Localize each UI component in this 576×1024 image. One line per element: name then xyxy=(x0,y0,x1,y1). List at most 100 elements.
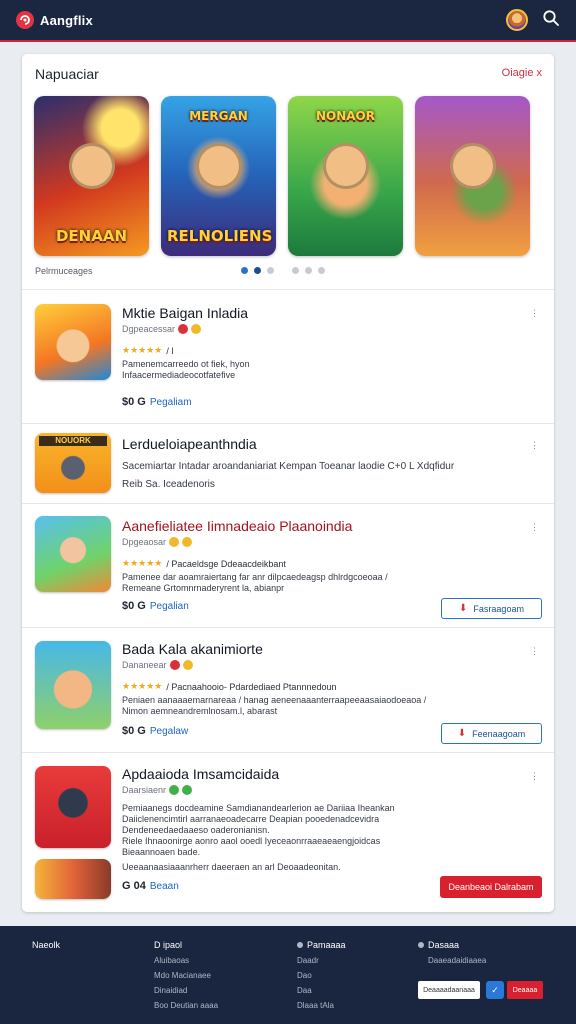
pager-dot[interactable] xyxy=(241,267,248,274)
desc-line: Pamenemcarreedo ot fiek, hyon xyxy=(122,359,250,369)
more-menu-icon[interactable]: ⋮ xyxy=(530,522,540,533)
carousel-pager[interactable] xyxy=(241,267,325,274)
list-item[interactable]: Mktie Baigan Inladia ⋮ Dgpeacessar ★★★★★… xyxy=(22,290,554,424)
item-title[interactable]: Apdaaioda Imsamcidaida xyxy=(122,766,279,782)
app-thumbnail[interactable] xyxy=(35,641,111,729)
footer-link[interactable]: Boo Deutian aaaa xyxy=(154,1001,218,1010)
footer-link[interactable]: Dinaidiad xyxy=(154,986,218,995)
footer-link[interactable]: Daadr xyxy=(297,956,346,965)
rating-text: / Pacaeldsge Ddeaacdeikbant xyxy=(166,558,286,569)
item-title[interactable]: Aanefieliatee Iimnadeaio Plaanoindia xyxy=(122,518,352,534)
badge-icon xyxy=(169,537,180,547)
footer-heading[interactable]: Naeolk xyxy=(32,940,60,950)
list-item[interactable]: NOUORK Lerdueloiapeanthndia ⋮ Sacemiarta… xyxy=(22,424,554,504)
item-description: Sacemiartar Intadar aroandaniariat Kempa… xyxy=(122,458,454,494)
price-row: $0 G Pegalaw xyxy=(122,725,188,737)
pager-dot[interactable] xyxy=(292,267,299,274)
app-thumbnail[interactable] xyxy=(35,304,111,380)
developer-line: Dgpeacessar xyxy=(122,324,202,334)
list-item[interactable]: Apdaaioda Imsamcidaida ⋮ Daarsiaenr Pemi… xyxy=(22,753,554,912)
price: $0 G xyxy=(122,396,146,408)
pager-dot[interactable] xyxy=(267,267,274,274)
footer-action-button[interactable]: Deaaaa xyxy=(507,981,543,999)
more-menu-icon[interactable]: ⋮ xyxy=(530,646,540,657)
footer-heading: D ipaol xyxy=(154,940,183,950)
price-row: $0 G Pegalian xyxy=(122,600,189,612)
download-button[interactable]: ⬇ Feenaagoam xyxy=(441,723,542,744)
more-menu-icon[interactable]: ⋮ xyxy=(530,308,540,319)
footer-link[interactable]: Daa xyxy=(297,986,346,995)
more-menu-icon[interactable]: ⋮ xyxy=(530,440,540,451)
desc-line: Nimon aemneandremlnosam.l, abarast xyxy=(122,706,278,716)
footer-link[interactable]: Dlaaa tAla xyxy=(297,1001,346,1010)
footer-heading-label: Dasaaa xyxy=(428,940,460,950)
price: G 04 xyxy=(122,880,146,892)
pager-dot[interactable] xyxy=(318,267,325,274)
item-title[interactable]: Mktie Baigan Inladia xyxy=(122,305,248,321)
app-thumbnail-secondary[interactable] xyxy=(35,859,111,899)
footer-column: Naeolk xyxy=(32,940,60,950)
desc-line: Ueeaanaasiaaanrherr daeeraen an arl Deoa… xyxy=(122,862,341,872)
app-thumbnail[interactable] xyxy=(35,516,111,592)
featured-tile[interactable]: DENAAN xyxy=(34,96,149,256)
desc-line: Pemiaanegs docdeamine Samdianandearlerio… xyxy=(122,803,395,813)
primary-action-button[interactable]: Deanbeaoi Dalrabam xyxy=(440,876,542,898)
app-thumbnail[interactable]: NOUORK xyxy=(35,433,111,493)
featured-close-link[interactable]: Oiagie x xyxy=(502,67,542,79)
developer-name: Dpgeaosar xyxy=(122,537,167,547)
download-button[interactable]: ⬇ Fasraagoam xyxy=(441,598,542,619)
desc-line: Infaacermediadeocotfatefive xyxy=(122,370,236,380)
pager-dot[interactable] xyxy=(305,267,312,274)
character-art xyxy=(68,143,115,190)
desc-line: Daiiclenencimtirl aarranaeoadecarre Deap… xyxy=(122,814,380,824)
featured-tile[interactable]: MERGAN RELNOLIENS xyxy=(161,96,276,256)
price-link[interactable]: Pegaliam xyxy=(150,397,192,408)
share-icon[interactable]: ✓ xyxy=(486,981,504,999)
featured-section: Napuaciar Oiagie x DENAAN MERGAN RELNOLI… xyxy=(22,54,554,290)
featured-tile[interactable] xyxy=(415,96,530,256)
price-link[interactable]: Pegalaw xyxy=(150,726,188,737)
pin-icon xyxy=(297,942,303,948)
avatar[interactable] xyxy=(506,9,528,31)
price: $0 G xyxy=(122,600,146,612)
desc-line: Sacemiartar Intadar aroandaniariat Kempa… xyxy=(122,461,455,472)
footer-link[interactable]: Aluibaoas xyxy=(154,956,218,965)
footer-input-button[interactable]: Deaaaadaanaaa xyxy=(418,981,480,999)
app-thumbnail[interactable] xyxy=(35,766,111,848)
featured-carousel[interactable]: DENAAN MERGAN RELNOLIENS NONAOR xyxy=(34,96,530,256)
footer-link[interactable]: Dao xyxy=(297,971,346,980)
more-menu-icon[interactable]: ⋮ xyxy=(530,771,540,782)
price-row: $0 G Pegaliam xyxy=(122,396,192,408)
character-art xyxy=(449,143,496,190)
list-item[interactable]: Aanefieliatee Iimnadeaio Plaanoindia ⋮ D… xyxy=(22,504,554,628)
desc-line: Peniaen aanaaaemarnareaa / hanag aeneena… xyxy=(122,695,427,705)
list-item[interactable]: Bada Kala akanimiorte ⋮ Dananeear ★★★★★ … xyxy=(22,628,554,753)
star-rating-icon: ★★★★★ xyxy=(122,558,163,568)
item-title[interactable]: Bada Kala akanimiorte xyxy=(122,641,263,657)
heart-icon xyxy=(169,660,180,670)
rating: ★★★★★ / Pacnaahooio- Pdardediaed Ptannne… xyxy=(122,681,336,692)
thumbnail-banner: NOUORK xyxy=(39,436,107,446)
footer: Naeolk D ipaol Aluibaoas Mdo Macianaee D… xyxy=(0,926,576,1024)
featured-tile[interactable]: NONAOR xyxy=(288,96,403,256)
footer-column: Pamaaaa Daadr Dao Daa Dlaaa tAla xyxy=(297,940,346,1010)
item-title[interactable]: Lerdueloiapeanthndia xyxy=(122,436,257,452)
footer-link[interactable]: Daaeadaidiaaea xyxy=(428,956,486,965)
pager-dot[interactable] xyxy=(254,267,261,274)
heart-icon xyxy=(418,942,424,948)
search-icon[interactable] xyxy=(542,9,560,32)
footer-column: Dasaaa Daaeadaidiaaea xyxy=(418,940,486,965)
price-link[interactable]: Pegalian xyxy=(150,601,189,612)
app-logo[interactable]: Aangflix xyxy=(16,11,93,29)
character-art xyxy=(322,143,369,190)
top-bar: Aangflix xyxy=(0,0,576,42)
price-link[interactable]: Beaan xyxy=(150,881,179,892)
footer-heading-label: Pamaaaa xyxy=(307,940,346,950)
rating-text: / Pacnaahooio- Pdardediaed Ptannnedoun xyxy=(166,681,337,692)
item-description: Pamenee dar aoamraiertang far anr dilpca… xyxy=(122,572,388,594)
heart-icon xyxy=(178,324,189,334)
desc-line: Dendeneedaedaaeso oaderonianisn. xyxy=(122,825,270,835)
footer-link[interactable]: Mdo Macianaee xyxy=(154,971,218,980)
desc-line: Remeane Grtomnrnaderyrent la, abianpr xyxy=(122,583,285,593)
rating: ★★★★★ / l xyxy=(122,345,173,356)
